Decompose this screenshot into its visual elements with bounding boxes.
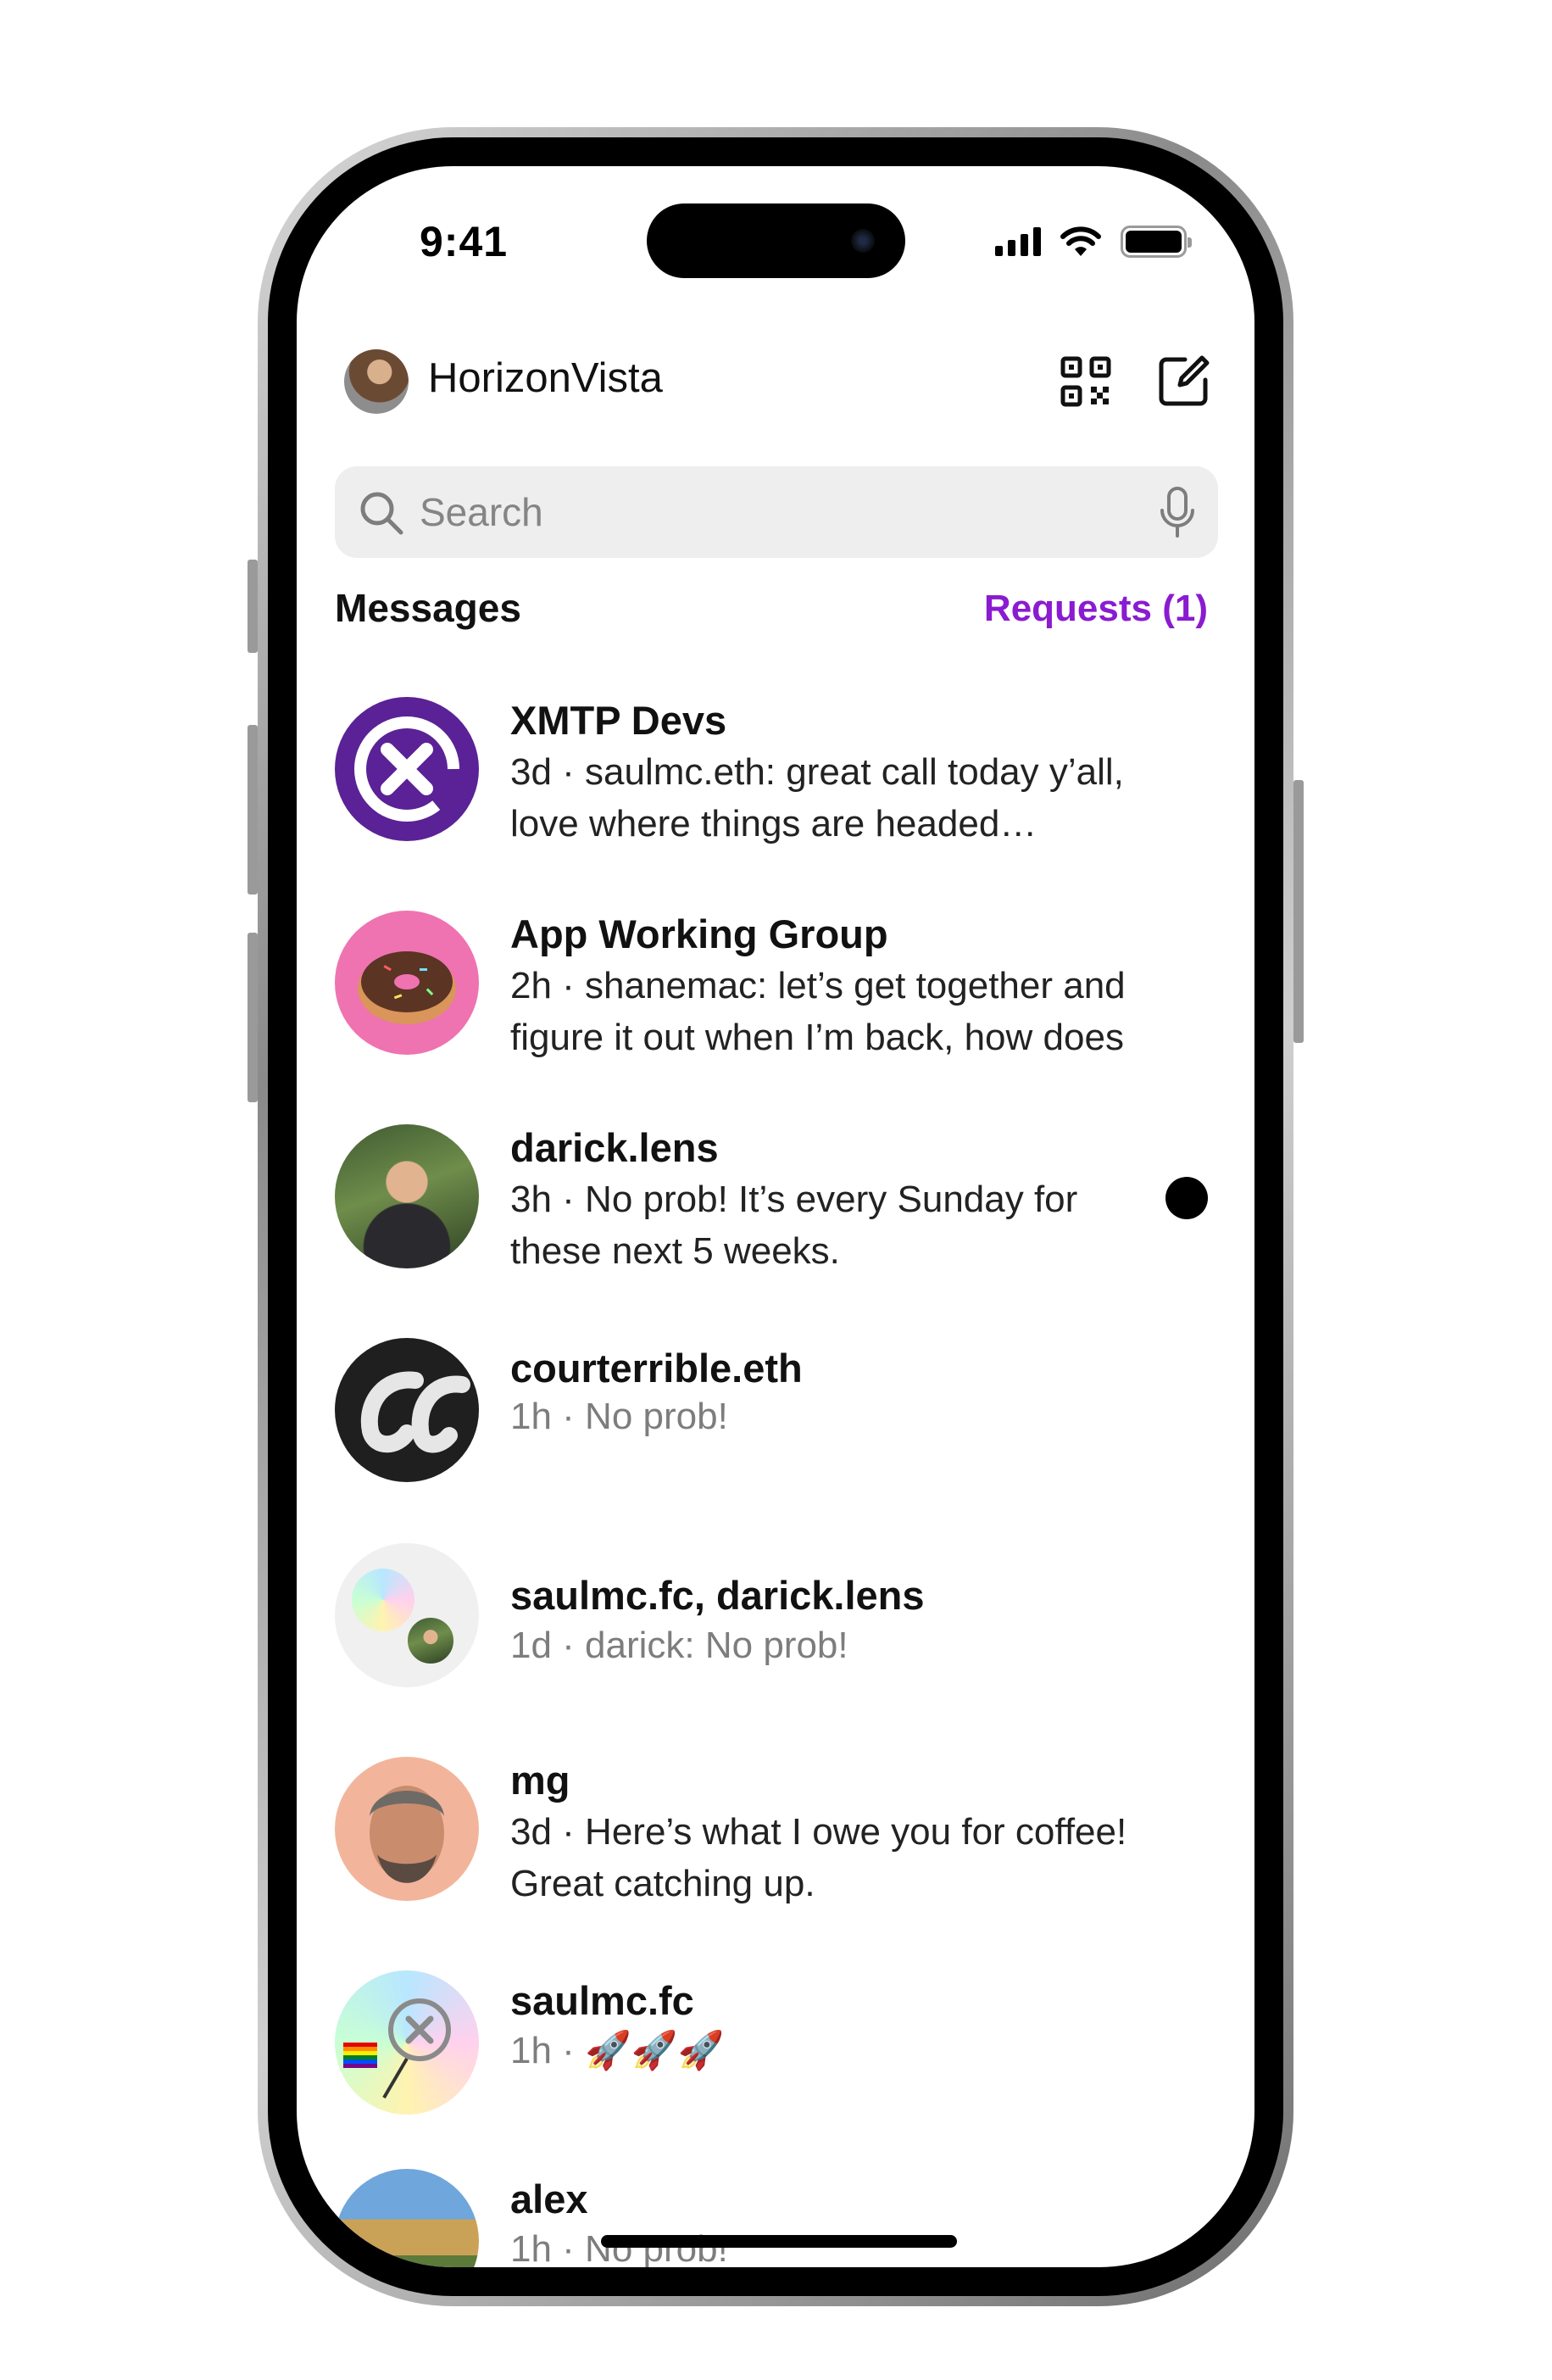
microphone-icon[interactable] xyxy=(1159,487,1196,538)
volume-up-button xyxy=(248,725,258,895)
conversation-title: darick.lens xyxy=(510,1125,719,1170)
messages-heading: Messages xyxy=(335,586,521,630)
conversation-row[interactable]: courterrible.eth 1h · No prob! xyxy=(335,1338,1216,1533)
conversation-avatar xyxy=(335,1338,479,1482)
search-input[interactable] xyxy=(420,487,1115,538)
donut-icon xyxy=(358,951,456,1024)
conversation-preview: 3d · saulmc.eth: great call today y’all,… xyxy=(510,751,1124,844)
compose-icon[interactable] xyxy=(1156,353,1212,409)
conversation-row[interactable]: mg 3d · Here’s what I owe you for coffee… xyxy=(335,1757,1216,1952)
home-indicator[interactable] xyxy=(601,2235,957,2248)
conversation-preview: 1h · No prob! xyxy=(510,1396,728,1437)
dynamic-island xyxy=(647,203,905,278)
status-time: 9:41 xyxy=(420,218,509,265)
battery-icon xyxy=(1121,226,1192,258)
conversation-preview: 1h · 🚀🚀🚀 xyxy=(510,2030,725,2071)
qr-code-icon[interactable] xyxy=(1060,356,1111,407)
conversation-title: saulmc.fc, darick.lens xyxy=(510,1573,925,1618)
xmtp-logo-icon xyxy=(354,716,461,822)
conversation-row[interactable]: saulmc.fc 1h · 🚀🚀🚀 xyxy=(335,1970,1216,2165)
action-button xyxy=(248,560,258,653)
conversation-avatar xyxy=(335,1124,479,1268)
volume-down-button xyxy=(248,933,258,1102)
member-avatar xyxy=(352,1569,414,1631)
conversation-title: alex xyxy=(510,2177,588,2221)
portrait-icon xyxy=(370,1786,444,1883)
power-button xyxy=(1293,780,1304,1043)
conversation-avatar xyxy=(335,697,479,841)
search-icon xyxy=(360,492,403,535)
requests-link[interactable]: Requests (1) xyxy=(984,588,1208,630)
conversation-preview: 2h · shanemac: let’s get together and fi… xyxy=(510,965,1126,1058)
conversation-row[interactable]: App Working Group 2h · shanemac: let’s g… xyxy=(335,911,1216,1106)
conversation-preview: 3h · No prob! It’s every Sunday for thes… xyxy=(510,1179,1078,1272)
cellular-signal-icon xyxy=(995,227,1041,256)
conversation-title: courterrible.eth xyxy=(510,1346,803,1391)
profile-username[interactable]: HorizonVista xyxy=(428,354,663,402)
wifi-icon xyxy=(1060,226,1101,256)
conversation-preview: 3d · Here’s what I owe you for coffee! G… xyxy=(510,1811,1127,1904)
xmtp-pride-icon xyxy=(343,1998,451,2099)
conversation-title: App Working Group xyxy=(510,911,888,956)
conversation-title: mg xyxy=(510,1758,570,1803)
conversation-row[interactable]: saulmc.fc, darick.lens 1d · darick: No p… xyxy=(335,1543,1216,1738)
member-avatar xyxy=(404,1614,457,1667)
conversation-preview: 1d · darick: No prob! xyxy=(510,1625,848,1666)
status-icons xyxy=(995,226,1192,258)
conversation-title: XMTP Devs xyxy=(510,698,727,743)
group-avatar xyxy=(335,1543,479,1687)
conversation-row[interactable]: XMTP Devs 3d · saulmc.eth: great call to… xyxy=(335,697,1216,892)
conversation-row[interactable]: darick.lens 3h · No prob! It’s every Sun… xyxy=(335,1124,1216,1319)
conversation-avatar xyxy=(335,1970,479,2115)
script-logo-icon xyxy=(360,1371,470,1453)
camera-icon xyxy=(851,229,875,253)
conversation-avatar xyxy=(335,2169,479,2267)
conversation-avatar xyxy=(335,1757,479,1901)
unread-indicator xyxy=(1165,1177,1208,1219)
conversation-row[interactable]: alex 1h · No prob! xyxy=(335,2169,1216,2267)
conversation-avatar xyxy=(335,911,479,1055)
profile-avatar[interactable] xyxy=(344,349,409,414)
app-screen: 9:41 HorizonVista Search Messages Reques… xyxy=(297,166,1254,2267)
search-bar[interactable] xyxy=(335,466,1218,558)
conversation-title: saulmc.fc xyxy=(510,1978,694,2023)
